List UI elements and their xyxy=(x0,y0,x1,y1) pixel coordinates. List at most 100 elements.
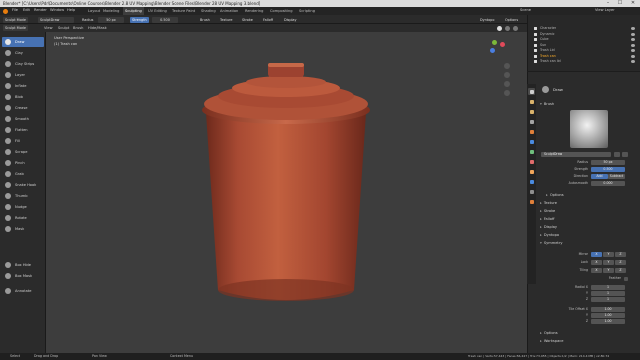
menu-file[interactable]: File xyxy=(12,8,18,12)
mirror-y-toggle[interactable]: Y xyxy=(603,252,614,257)
tool-annotate[interactable]: Annotate xyxy=(2,286,44,296)
props-tab-render-icon[interactable] xyxy=(528,98,535,105)
axis-x-icon[interactable] xyxy=(500,42,505,47)
direction-subtract-button[interactable]: Subtract xyxy=(608,174,625,179)
outliner-row[interactable]: Trash can lid xyxy=(540,59,561,64)
axis-y-icon[interactable] xyxy=(492,40,497,45)
tool-mask[interactable]: Mask xyxy=(2,224,44,234)
brush-panel-header[interactable]: ▾ Brush xyxy=(540,101,554,107)
tool-scrape[interactable]: Scrape xyxy=(2,147,44,157)
radial-y-field[interactable]: 1 xyxy=(591,291,625,296)
hide-mask-menu[interactable]: Hide/Mask xyxy=(88,26,107,30)
tile-offset-x-field[interactable]: 1.00 xyxy=(591,307,625,312)
tab-uv-editing[interactable]: UV Editing xyxy=(146,7,169,15)
outliner-row[interactable]: Cube xyxy=(540,37,549,42)
tiling-z-toggle[interactable]: Z xyxy=(615,268,626,273)
stroke-menu[interactable]: Stroke xyxy=(240,17,255,23)
3d-viewport[interactable]: User Perspective (1) Trash can xyxy=(46,32,527,353)
props-tab-object-icon[interactable] xyxy=(528,148,535,155)
tiling-y-toggle[interactable]: Y xyxy=(603,268,614,273)
options-panel-header[interactable]: ▸ Options xyxy=(546,192,564,198)
props-tab-constraints-icon[interactable] xyxy=(528,188,535,195)
exclude-checkbox-icon[interactable] xyxy=(534,49,537,52)
navigation-gizmo[interactable] xyxy=(470,38,510,108)
mirror-z-toggle[interactable]: Z xyxy=(615,252,626,257)
tool-layer[interactable]: Layer xyxy=(2,70,44,80)
menu-render[interactable]: Render xyxy=(34,8,47,12)
tool-clay-strips[interactable]: Clay Strips xyxy=(2,59,44,69)
brush-menu[interactable]: Brush xyxy=(198,17,212,23)
workspace-panel-header[interactable]: ▸ Workspace xyxy=(540,338,563,344)
mode-selector[interactable]: Sculpt Mode xyxy=(3,16,28,23)
props-tab-view-layer-icon[interactable] xyxy=(528,118,535,125)
tool-fill[interactable]: Fill xyxy=(2,136,44,146)
brush-preview-thumbnail[interactable] xyxy=(570,110,608,148)
tab-rendering[interactable]: Rendering xyxy=(243,7,265,15)
tool-pinch[interactable]: Pinch xyxy=(2,158,44,168)
radial-z-field[interactable]: 1 xyxy=(591,297,625,302)
blender-logo-icon[interactable] xyxy=(3,8,8,14)
texture-panel-header[interactable]: ▸ Texture xyxy=(540,200,557,206)
strength-field[interactable]: 0.500 xyxy=(152,16,178,23)
autosmooth-field[interactable]: 0.000 xyxy=(591,181,625,186)
exclude-checkbox-icon[interactable] xyxy=(534,27,537,30)
brush-header-menu[interactable]: Brush xyxy=(73,26,83,30)
tab-scripting[interactable]: Scripting xyxy=(297,7,317,15)
props-tab-data-icon[interactable] xyxy=(528,198,535,205)
props-tab-particles-icon[interactable] xyxy=(528,168,535,175)
close-icon[interactable]: ✕ xyxy=(627,0,639,7)
exclude-checkbox-icon[interactable] xyxy=(534,32,537,36)
view-layer-selector[interactable]: View Layer xyxy=(595,8,615,12)
visibility-eye-icon[interactable] xyxy=(631,49,635,52)
falloff-menu[interactable]: Falloff xyxy=(261,17,275,23)
menu-help[interactable]: Help xyxy=(67,8,75,12)
exclude-checkbox-icon[interactable] xyxy=(534,38,537,41)
view-menu[interactable]: View xyxy=(44,26,53,30)
exclude-checkbox-icon[interactable] xyxy=(534,60,537,63)
tab-animation[interactable]: Animation xyxy=(218,7,240,15)
lock-z-toggle[interactable]: Z xyxy=(615,260,626,265)
shading-solid-icon[interactable] xyxy=(497,25,502,31)
props-tab-output-icon[interactable] xyxy=(528,108,535,115)
options-menu[interactable]: Options xyxy=(503,17,520,23)
brush-new-button[interactable] xyxy=(622,152,628,157)
symmetry-panel-header[interactable]: ▾ Symmetry xyxy=(540,240,562,246)
tool-clay[interactable]: Clay xyxy=(2,48,44,58)
dyntopo-checkbox[interactable]: Dyntopo xyxy=(478,17,496,23)
stroke-panel-header[interactable]: ▸ Stroke xyxy=(540,208,555,214)
direction-add-button[interactable]: Add xyxy=(591,174,608,179)
props-tab-modifier-icon[interactable] xyxy=(528,158,535,165)
options-bottom-panel-header[interactable]: ▸ Options xyxy=(540,330,558,336)
visibility-eye-icon[interactable] xyxy=(631,54,635,58)
scene-selector[interactable]: Scene xyxy=(520,8,531,12)
tool-snake-hook[interactable]: Snake Hook xyxy=(2,180,44,190)
menu-window[interactable]: Window xyxy=(50,8,64,12)
pan-hand-icon[interactable] xyxy=(504,72,510,78)
exclude-checkbox-icon[interactable] xyxy=(534,54,537,58)
radius-field[interactable]: 50 px xyxy=(98,16,124,23)
zoom-icon[interactable] xyxy=(504,63,510,69)
falloff-panel-header[interactable]: ▸ Falloff xyxy=(540,216,554,222)
grid-icon[interactable] xyxy=(504,90,510,96)
brush-fake-user-button[interactable] xyxy=(614,152,620,157)
sculpt-menu[interactable]: Sculpt xyxy=(58,26,69,30)
tab-compositing[interactable]: Compositing xyxy=(268,7,295,15)
lock-y-toggle[interactable]: Y xyxy=(603,260,614,265)
camera-icon[interactable] xyxy=(504,81,510,87)
tile-offset-y-field[interactable]: 1.00 xyxy=(591,313,625,318)
visibility-eye-icon[interactable] xyxy=(631,27,635,30)
props-tab-scene-icon[interactable] xyxy=(528,128,535,135)
tab-modeling[interactable]: Modeling xyxy=(101,7,121,15)
tab-texture-paint[interactable]: Texture Paint xyxy=(170,7,197,15)
outliner-row[interactable]: Sun xyxy=(540,43,546,48)
tool-box-hide[interactable]: Box Hide xyxy=(2,260,44,270)
mirror-x-toggle[interactable]: X xyxy=(591,252,602,257)
outliner-row[interactable]: Character xyxy=(540,26,556,31)
visibility-eye-icon[interactable] xyxy=(631,32,635,36)
tool-blob[interactable]: Blob xyxy=(2,92,44,102)
strength-prop-field[interactable]: 0.500 xyxy=(591,167,625,172)
tab-sculpting[interactable]: Sculpting xyxy=(123,7,144,15)
tile-offset-z-field[interactable]: 1.00 xyxy=(591,319,625,324)
maximize-icon[interactable]: ☐ xyxy=(614,0,626,7)
tool-nudge[interactable]: Nudge xyxy=(2,202,44,212)
